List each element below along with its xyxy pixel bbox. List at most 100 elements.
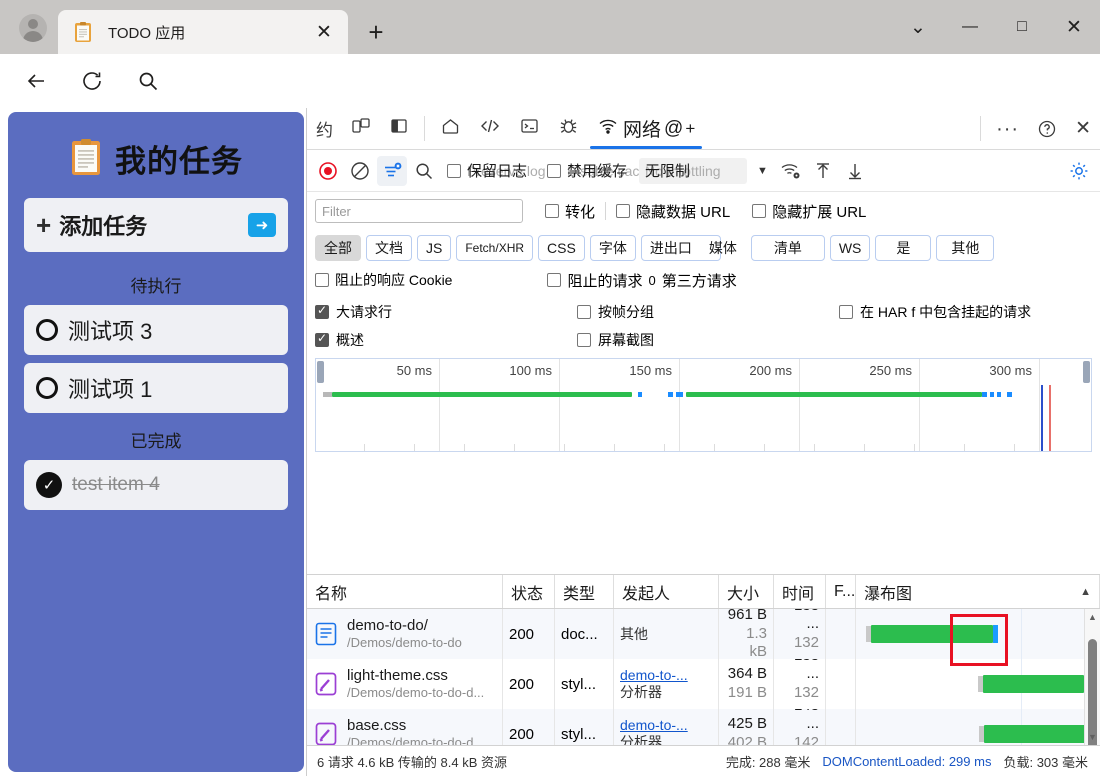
hide-data-urls-checkbox[interactable]: 隐藏数据 URL (616, 201, 730, 222)
type-chip-media[interactable]: 媒体 (700, 235, 746, 261)
table-scrollbar[interactable]: ▲ ▼ (1084, 609, 1100, 745)
invert-checkbox[interactable]: 转化 (545, 201, 595, 222)
device-emulation-tab[interactable] (342, 108, 380, 149)
add-task-input[interactable]: + 添加任务 ➜ (24, 198, 288, 252)
checkbox-empty-icon[interactable] (36, 377, 58, 399)
throttling-select[interactable]: No throttling 无限制 (639, 158, 747, 184)
help-button[interactable] (1028, 108, 1066, 149)
overview-left-handle[interactable] (317, 361, 324, 383)
minimize-button[interactable]: — (944, 0, 996, 54)
welcome-tab[interactable] (431, 108, 470, 149)
overview-checkbox[interactable]: 概述 (315, 330, 577, 350)
big-request-rows-checkbox[interactable]: 大请求行 (315, 302, 577, 322)
type-chip-fetchxhr[interactable]: Fetch/XHR (456, 235, 533, 261)
hide-extension-urls-checkbox[interactable]: 隐藏扩展 URL (752, 201, 866, 222)
filter-input[interactable]: Filter (315, 199, 523, 223)
more-tools-button[interactable]: ··· (987, 108, 1028, 149)
avatar (19, 14, 47, 42)
type-chip-css[interactable]: CSS (538, 235, 585, 261)
sources-tab[interactable] (549, 108, 588, 149)
scroll-up-arrow-icon[interactable]: ▲ (1085, 609, 1100, 625)
type-chip-js[interactable]: JS (417, 235, 451, 261)
checkbox[interactable] (547, 273, 561, 287)
dock-side-tab[interactable] (380, 108, 418, 149)
clear-icon[interactable] (345, 156, 375, 186)
chevron-down-icon[interactable]: ▼ (757, 165, 768, 177)
back-button[interactable] (18, 63, 54, 99)
list-item[interactable]: ✓ test item 4 (24, 460, 288, 510)
about-tab[interactable]: 约 (307, 108, 342, 149)
search-icon[interactable] (409, 156, 439, 186)
submit-task-button[interactable]: ➜ (248, 213, 276, 237)
type-chip-other[interactable]: 其他 (936, 235, 994, 261)
col-initiator[interactable]: 发起人 (614, 575, 719, 608)
gear-icon[interactable] (1064, 156, 1094, 186)
col-size[interactable]: 大小 (719, 575, 774, 608)
scroll-down-arrow-icon[interactable]: ▼ (1085, 729, 1100, 745)
close-devtools-button[interactable]: ✕ (1066, 108, 1100, 149)
checkbox[interactable] (839, 305, 853, 319)
maximize-button[interactable]: □ (996, 0, 1048, 54)
checkbox-empty-icon[interactable] (36, 319, 58, 341)
col-name[interactable]: 名称 (307, 575, 503, 608)
close-button[interactable]: ✕ (1048, 0, 1100, 54)
filter-icon[interactable] (377, 156, 407, 186)
new-tab-button[interactable]: + (358, 14, 394, 50)
checkbox-checked-icon[interactable]: ✓ (36, 472, 62, 498)
elements-tab[interactable] (470, 108, 510, 149)
col-waterfall[interactable]: 瀑布图 ▲ (856, 575, 1100, 608)
screenshots-checkbox[interactable]: 屏幕截图 (577, 330, 654, 350)
checkbox[interactable] (447, 164, 461, 178)
checkbox[interactable] (315, 305, 329, 319)
type-chip-manifest[interactable]: 清单 (751, 235, 825, 261)
initiator-link[interactable]: demo-to-... (620, 717, 688, 735)
close-icon[interactable]: ✕ (310, 18, 338, 46)
table-row[interactable]: demo-to-do/ /Demos/demo-to-do 200 doc...… (307, 609, 1100, 659)
tab-search-button[interactable]: ⌄ (892, 0, 944, 54)
type-chip-doc[interactable]: 文档 (366, 235, 412, 261)
browser-tab[interactable]: TODO 应用 ✕ (58, 10, 348, 54)
tick-label: 300 ms (989, 363, 1037, 378)
col-status[interactable]: 状态 (503, 575, 555, 608)
record-icon[interactable] (313, 156, 343, 186)
request-size: 425 B 402 B (719, 709, 774, 745)
initiator-link[interactable]: demo-to-... (620, 667, 688, 685)
add-panel-button[interactable]: + (685, 119, 695, 139)
overview-right-handle[interactable] (1083, 361, 1090, 383)
console-tab[interactable] (510, 108, 549, 149)
checkbox[interactable] (616, 204, 630, 218)
blocked-requests-checkbox[interactable]: 阻止的请求 0 第三方请求 (547, 270, 736, 291)
disable-cache-checkbox[interactable]: Disable cache 禁用缓存 (547, 160, 627, 181)
group-by-frame-checkbox[interactable]: 按帧分组 (577, 302, 839, 322)
network-overview[interactable]: 50 ms 100 ms 150 ms 200 ms 250 ms 300 ms (315, 358, 1092, 452)
checkbox[interactable] (315, 333, 329, 347)
type-chip-wasm[interactable]: 是 (875, 235, 931, 261)
checkbox[interactable] (577, 305, 591, 319)
list-item[interactable]: 测试项 3 (24, 305, 288, 355)
checkbox[interactable] (545, 204, 559, 218)
checkbox[interactable] (547, 164, 561, 178)
network-tab[interactable]: 网络 @ + (588, 108, 704, 149)
table-row[interactable]: base.css /Demos/demo-to-do-d... 200 styl… (307, 709, 1100, 745)
checkbox[interactable] (315, 273, 329, 287)
import-icon[interactable] (808, 156, 838, 186)
table-row[interactable]: light-theme.css /Demos/demo-to-do-d... 2… (307, 659, 1100, 709)
type-chip-ws[interactable]: WS (830, 235, 871, 261)
col-type[interactable]: 类型 (555, 575, 614, 608)
col-time[interactable]: 时间 (774, 575, 826, 608)
checkbox[interactable] (577, 333, 591, 347)
profile-button[interactable] (10, 10, 56, 46)
export-icon[interactable] (840, 156, 870, 186)
capture-har-checkbox[interactable]: 在 HAR f 中包含挂起的请求 (839, 302, 1031, 322)
col-f[interactable]: F... (826, 575, 856, 608)
network-conditions-icon[interactable] (776, 156, 806, 186)
type-chip-all[interactable]: 全部 (315, 235, 361, 261)
preserve-log-checkbox[interactable]: Preserve log 保留日志 (447, 160, 527, 181)
list-item[interactable]: 测试项 1 (24, 363, 288, 413)
blocked-cookies-checkbox[interactable]: 阻止的响应 Cookie (315, 270, 452, 290)
search-icon[interactable] (130, 63, 166, 99)
type-chip-font[interactable]: 字体 (590, 235, 636, 261)
sort-arrow-icon[interactable]: ▲ (1080, 586, 1091, 598)
checkbox[interactable] (752, 204, 766, 218)
refresh-button[interactable] (74, 63, 110, 99)
